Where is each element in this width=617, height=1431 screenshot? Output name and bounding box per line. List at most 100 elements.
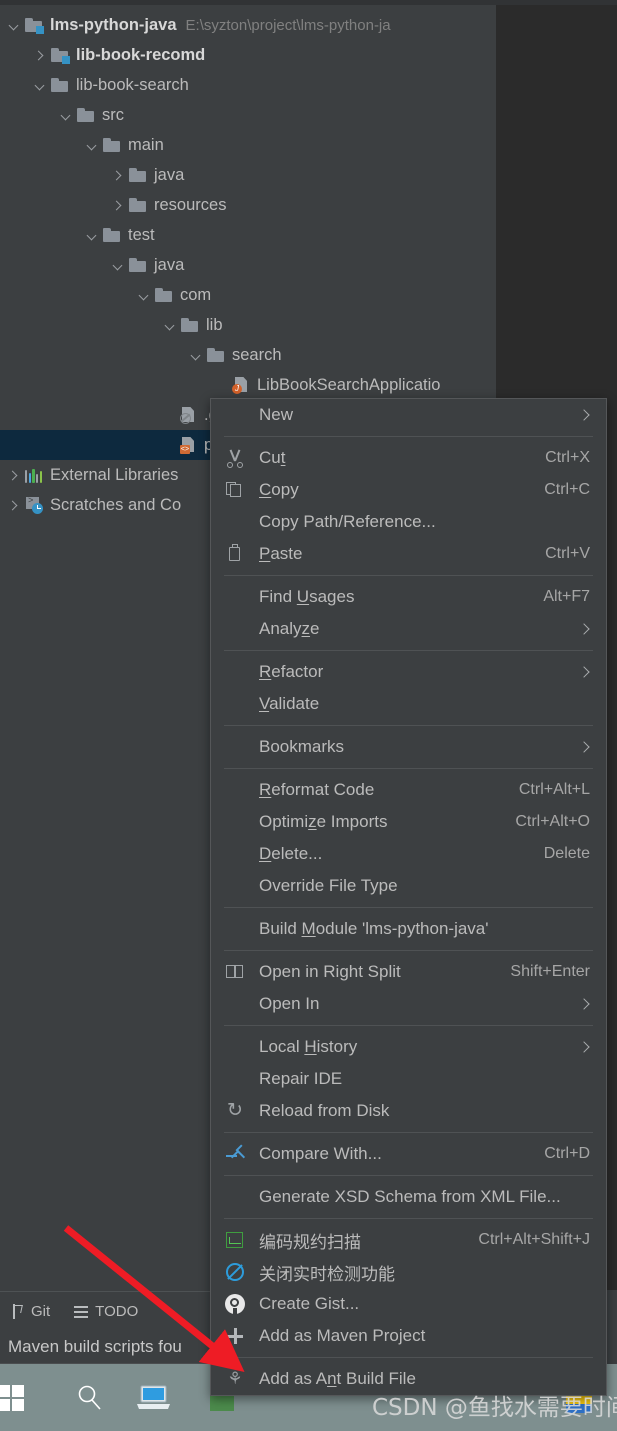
- folder-icon: [155, 288, 172, 302]
- menu-item[interactable]: Find Usages Alt+F7: [211, 581, 606, 613]
- tree-row[interactable]: lib: [0, 310, 496, 340]
- menu-item[interactable]: Bookmarks: [211, 731, 606, 763]
- menu-item[interactable]: Reformat Code Ctrl+Alt+L: [211, 774, 606, 806]
- menu-item[interactable]: Create Gist...: [211, 1288, 606, 1320]
- menu-item[interactable]: Paste Ctrl+V: [211, 538, 606, 570]
- tree-row[interactable]: java: [0, 250, 496, 280]
- status-item-todo[interactable]: TODO: [62, 1303, 150, 1320]
- menu-item[interactable]: Open In: [211, 988, 606, 1020]
- menu-separator: [224, 950, 593, 951]
- search-icon[interactable]: [76, 1384, 104, 1412]
- chevron-right-icon: [578, 741, 590, 753]
- chevron-down-icon[interactable]: [86, 229, 99, 242]
- code-scan-icon: [225, 1230, 245, 1250]
- folder-icon: [129, 258, 146, 272]
- status-item-git[interactable]: Git: [0, 1303, 62, 1320]
- menu-item[interactable]: Open in Right Split Shift+Enter: [211, 956, 606, 988]
- windows-start-icon[interactable]: [0, 1384, 24, 1411]
- menu-item[interactable]: Build Module 'lms-python-java': [211, 913, 606, 945]
- tree-row[interactable]: java: [0, 160, 496, 190]
- menu-item[interactable]: Analyze: [211, 613, 606, 645]
- chevron-down-icon[interactable]: [138, 289, 151, 302]
- menu-item[interactable]: Cut Ctrl+X: [211, 442, 606, 474]
- menu-separator: [224, 575, 593, 576]
- menu-item[interactable]: Repair IDE: [211, 1063, 606, 1095]
- context-menu[interactable]: New Cut Ctrl+X Copy Ctrl+C Copy Path/Referenc…: [210, 398, 607, 1396]
- tree-row[interactable]: src: [0, 100, 496, 130]
- tree-row-label: main: [128, 135, 164, 154]
- tree-row[interactable]: lms-python-java E:\syzton\project\lms-pyt…: [0, 10, 496, 40]
- scratches-icon: [25, 496, 43, 514]
- menu-item[interactable]: Delete... Delete: [211, 838, 606, 870]
- menu-item-shortcut: Alt+F7: [543, 588, 590, 605]
- chevron-down-icon[interactable]: [8, 19, 21, 32]
- menu-item-label: Build Module 'lms-python-java': [259, 919, 489, 938]
- chevron-right-icon[interactable]: [34, 49, 47, 62]
- menu-item-shortcut: Ctrl+D: [544, 1145, 590, 1162]
- menu-item-shortcut: Ctrl+Alt+L: [518, 781, 590, 798]
- menu-item[interactable]: Add as Maven Project: [211, 1320, 606, 1352]
- reload-icon: ↻: [227, 1100, 243, 1121]
- split-icon: [225, 962, 245, 982]
- ant-icon: ⚘: [227, 1369, 243, 1388]
- menu-item-shortcut: Ctrl+C: [544, 481, 590, 498]
- tree-row[interactable]: test: [0, 220, 496, 250]
- chevron-right-icon[interactable]: [112, 169, 125, 182]
- menu-item[interactable]: Generate XSD Schema from XML File...: [211, 1181, 606, 1213]
- tree-row[interactable]: J LibBookSearchApplicatio: [0, 370, 496, 400]
- copy-icon: [225, 480, 245, 500]
- chevron-right-icon: [578, 998, 590, 1010]
- menu-separator: [224, 907, 593, 908]
- menu-item-label: Optimize Imports: [259, 812, 388, 831]
- menu-item[interactable]: Local History: [211, 1031, 606, 1063]
- chevron-down-icon[interactable]: [164, 319, 177, 332]
- folder-icon: [51, 78, 68, 92]
- folder-icon: [103, 138, 120, 152]
- menu-item[interactable]: Validate: [211, 688, 606, 720]
- folder-icon: [207, 348, 224, 362]
- chevron-down-icon[interactable]: [34, 79, 47, 92]
- chevron-right-icon: [578, 666, 590, 678]
- chevron-right-icon[interactable]: [8, 499, 21, 512]
- menu-item[interactable]: ↻ Reload from Disk: [211, 1095, 606, 1127]
- menu-item[interactable]: Refactor: [211, 656, 606, 688]
- menu-separator: [224, 436, 593, 437]
- chevron-right-icon: [578, 409, 590, 421]
- menu-item-label: Cut: [259, 448, 286, 467]
- tree-row-label: lib: [206, 315, 223, 334]
- menu-item[interactable]: Override File Type: [211, 870, 606, 902]
- folder-icon: [103, 228, 120, 242]
- chevron-down-icon[interactable]: [112, 259, 125, 272]
- tree-row[interactable]: com: [0, 280, 496, 310]
- task-view-icon[interactable]: [135, 1384, 171, 1412]
- tree-row[interactable]: search: [0, 340, 496, 370]
- chevron-down-icon[interactable]: [60, 109, 73, 122]
- disable-realtime-icon: [225, 1262, 245, 1282]
- menu-item[interactable]: Copy Path/Reference...: [211, 506, 606, 538]
- menu-item-label: Copy Path/Reference...: [259, 512, 436, 531]
- menu-item[interactable]: Optimize Imports Ctrl+Alt+O: [211, 806, 606, 838]
- tree-row-label: java: [154, 255, 185, 274]
- chevron-right-icon[interactable]: [8, 469, 21, 482]
- chevron-down-icon[interactable]: [86, 139, 99, 152]
- tree-row-label: LibBookSearchApplicatio: [257, 375, 441, 394]
- chevron-right-icon[interactable]: [112, 199, 125, 212]
- menu-separator: [224, 1218, 593, 1219]
- menu-item-shortcut: Ctrl+X: [545, 449, 590, 466]
- menu-item-label: Delete...: [259, 844, 323, 863]
- gitignore-file-icon: [180, 407, 196, 424]
- tree-row[interactable]: main: [0, 130, 496, 160]
- tree-row[interactable]: lib-book-search: [0, 70, 496, 100]
- menu-separator: [224, 1025, 593, 1026]
- menu-item[interactable]: 编码规约扫描 Ctrl+Alt+Shift+J: [211, 1224, 606, 1256]
- menu-item[interactable]: New: [211, 399, 606, 431]
- tree-row[interactable]: lib-book-recomd: [0, 40, 496, 70]
- tree-row[interactable]: resources: [0, 190, 496, 220]
- menu-item[interactable]: Compare With... Ctrl+D: [211, 1138, 606, 1170]
- menu-item[interactable]: Copy Ctrl+C: [211, 474, 606, 506]
- menu-separator: [224, 725, 593, 726]
- xml-file-icon: <>: [180, 437, 196, 454]
- menu-item[interactable]: 关闭实时检测功能: [211, 1256, 606, 1288]
- chevron-down-icon[interactable]: [190, 349, 203, 362]
- git-branch-icon: [12, 1304, 24, 1319]
